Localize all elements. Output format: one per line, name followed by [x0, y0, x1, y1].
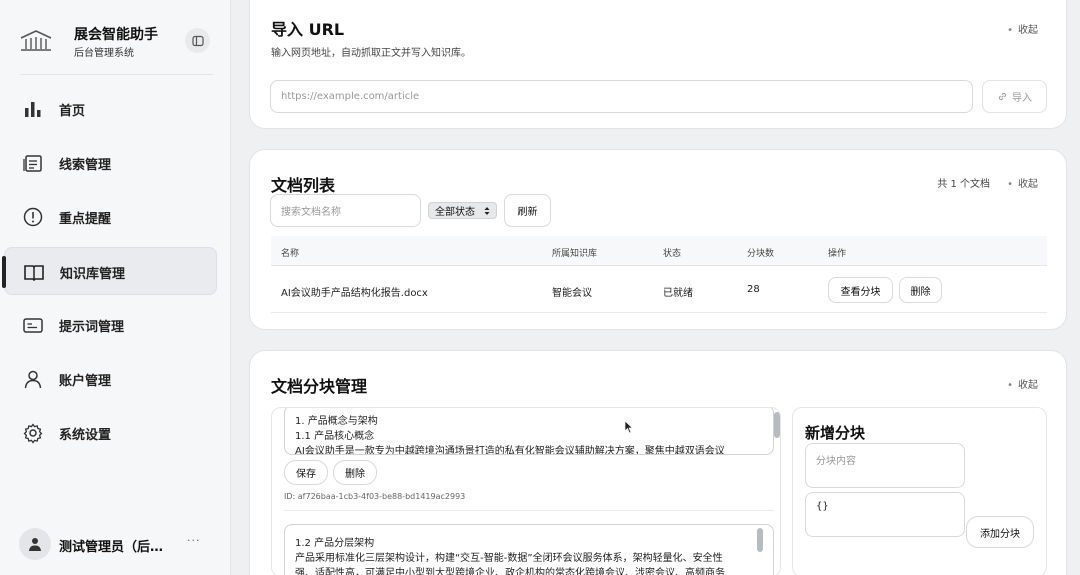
brand-divider [20, 74, 213, 75]
chunk-metadata-input[interactable]: {} [805, 492, 965, 537]
view-chunks-button[interactable]: 查看分块 [828, 277, 893, 303]
document-name: AI会议助手产品结构化报告.docx [281, 288, 428, 299]
sidebar-item-label: 账户管理 [59, 374, 112, 389]
document-list-collapse-link[interactable]: 收起 [1007, 175, 1038, 190]
prompt-card-icon [23, 318, 43, 333]
document-kb: 智能会议 [552, 288, 592, 299]
document-status: 已就绪 [663, 288, 693, 299]
sidebar-item-label: 重点提醒 [59, 212, 112, 227]
user-avatar-icon [29, 538, 41, 551]
status-filter-select[interactable]: 全部状态 [428, 202, 497, 219]
import-url-collapse-link[interactable]: 收起 [1007, 21, 1038, 36]
import-url-title: 导入 URL [271, 20, 345, 39]
table-header: 名称 所属知识库 状态 分块数 操作 [271, 236, 1047, 266]
sidebar-item-knowledge-base[interactable]: 知识库管理 [2, 247, 217, 295]
column-header-actions: 操作 [828, 249, 847, 259]
document-list-title: 文档列表 [271, 176, 336, 195]
column-header-chunks: 分块数 [747, 249, 775, 259]
brand-subtitle: 后台管理系统 [74, 48, 134, 59]
chunk-list-scrollbar[interactable] [774, 412, 780, 438]
alert-circle-icon [23, 207, 43, 227]
mouse-cursor-icon [624, 420, 634, 434]
url-input[interactable]: https://example.com/article [270, 80, 973, 113]
sidebar-item-label: 线索管理 [59, 158, 112, 173]
chunk-line: 1.1 产品核心概念 [295, 431, 375, 442]
sidebar-item-settings[interactable]: 系统设置 [4, 409, 217, 457]
chunk-management-title: 文档分块管理 [271, 377, 368, 396]
chunk-list[interactable]: 1. 产品概念与架构 1.1 产品核心概念 AI会议助手是一款专为中越跨境沟通场… [271, 407, 781, 575]
sidebar-item-home[interactable]: 首页 [4, 85, 217, 133]
chunk-content-editor[interactable]: 1.2 产品分层架构 产品采用标准化三层架构设计，构建“交互-智能-数据”全闭环… [284, 524, 774, 575]
sidebar-item-prompts[interactable]: 提示词管理 [4, 301, 217, 349]
chunk-line: 产品采用标准化三层架构设计，构建“交互-智能-数据”全闭环会议服务体系，架构轻量… [295, 553, 723, 564]
new-chunk-title: 新增分块 [805, 424, 866, 442]
bar-chart-icon [25, 102, 41, 117]
sidebar-toggle-icon [191, 35, 204, 46]
column-header-name: 名称 [281, 249, 300, 259]
chunk-editor-scrollbar[interactable] [757, 528, 763, 552]
chunk-line: 1. 产品概念与架构 [295, 416, 378, 427]
sidebar-item-accounts[interactable]: 账户管理 [4, 355, 217, 403]
chunk-management-collapse-link[interactable]: 收起 [1007, 376, 1038, 391]
save-chunk-button[interactable]: 保存 [284, 460, 328, 485]
sidebar-item-alerts[interactable]: 重点提醒 [4, 193, 217, 241]
brand-title: 展会智能助手 [74, 27, 158, 43]
column-header-status: 状态 [663, 249, 682, 259]
chunk-line: 1.2 产品分层架构 [295, 538, 375, 549]
chunk-divider [284, 510, 774, 511]
document-chunk-count: 28 [747, 284, 760, 295]
import-url-card: 导入 URL 收起 输入网页地址，自动抓取正文并写入知识库。 https://e… [249, 0, 1067, 129]
delete-document-button[interactable]: 删除 [899, 277, 942, 303]
chunk-line: AI会议助手是一款专为中越跨境沟通场景打造的私有化智能会议辅助解决方案，聚焦中越… [295, 446, 725, 455]
sidebar-toggle-button[interactable] [185, 28, 210, 53]
sidebar-item-label: 提示词管理 [59, 320, 125, 335]
building-logo-icon [20, 30, 52, 51]
select-arrows-icon [484, 206, 490, 215]
refresh-button[interactable]: 刷新 [504, 194, 551, 227]
brand: 展会智能助手 后台管理系统 [0, 0, 231, 75]
document-search-input[interactable]: 搜索文档名称 [270, 194, 421, 227]
status-filter-value: 全部状态 [435, 207, 475, 218]
document-list-icon [23, 155, 42, 172]
sidebar: 展会智能助手 后台管理系统 首页 线索管理 重点提醒 知识库管理 提示词管理 账… [0, 0, 231, 575]
chunk-content-input[interactable]: 分块内容 [805, 443, 965, 488]
chunk-line: 强、适配性高，可满足中小型到大型跨境企业、政企机构的常态化跨境会议、涉密会议、高… [295, 568, 725, 575]
new-chunk-panel: 新增分块 分块内容 {} 添加分块 [792, 407, 1047, 575]
import-button[interactable]: 导入 [982, 80, 1047, 113]
gear-icon [23, 423, 43, 444]
user-name: 测试管理员（后… [59, 540, 164, 555]
current-user[interactable]: 测试管理员（后… ··· [0, 520, 231, 568]
document-list-card: 文档列表 共 1 个文档 收起 搜索文档名称 全部状态 刷新 名称 所属知识库 … [249, 149, 1067, 330]
delete-chunk-button[interactable]: 删除 [333, 460, 377, 485]
sidebar-item-leads[interactable]: 线索管理 [4, 139, 217, 187]
user-more-menu[interactable]: ··· [187, 534, 201, 547]
avatar [19, 528, 51, 560]
import-url-description: 输入网页地址，自动抓取正文并写入知识库。 [271, 48, 471, 59]
chunk-id: ID: af726baa-1cb3-4f03-be88-bd1419ac2993 [284, 492, 466, 501]
link-icon [998, 92, 1007, 101]
sidebar-item-label: 系统设置 [59, 428, 112, 443]
chunk-content-editor[interactable]: 1. 产品概念与架构 1.1 产品核心概念 AI会议助手是一款专为中越跨境沟通场… [284, 408, 774, 455]
column-header-kb: 所属知识库 [552, 249, 598, 259]
document-count: 共 1 个文档 [937, 179, 990, 190]
user-icon [24, 370, 42, 389]
import-button-label: 导入 [1012, 93, 1032, 104]
sidebar-item-label: 首页 [59, 104, 86, 119]
table-row: AI会议助手产品结构化报告.docx 智能会议 已就绪 28 查看分块 删除 [271, 267, 1047, 313]
book-icon [24, 265, 44, 282]
sidebar-item-label: 知识库管理 [60, 267, 126, 282]
add-chunk-button[interactable]: 添加分块 [966, 516, 1034, 548]
chunk-management-card: 文档分块管理 收起 1. 产品概念与架构 1.1 产品核心概念 AI会议助手是一… [249, 350, 1067, 575]
